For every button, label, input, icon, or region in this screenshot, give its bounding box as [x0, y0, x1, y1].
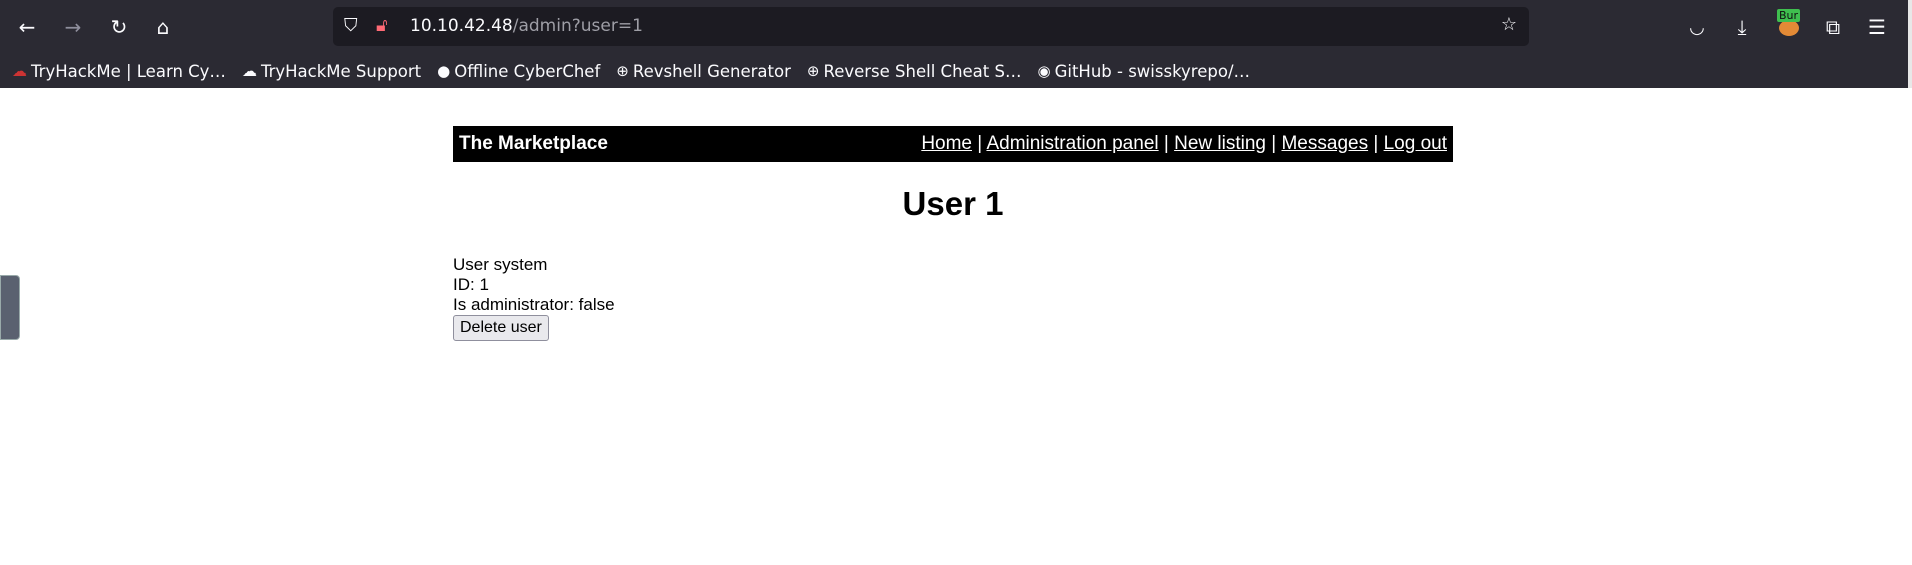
user-admin-status: Is administrator: false [453, 295, 615, 314]
tryhackme-icon: ☁ [12, 62, 27, 80]
burp-extension-icon[interactable] [1779, 20, 1799, 36]
forward-icon[interactable]: → [60, 14, 86, 40]
page-title: User 1 [902, 185, 1004, 222]
site-nav: Home | Administration panel | New listin… [921, 133, 1447, 154]
window-edge [1908, 0, 1912, 88]
shield-icon[interactable]: ⛉ [344, 15, 358, 36]
user-info: User system ID: 1 Is administrator: fals… [453, 255, 1453, 341]
url-host: 10.10.42.48 [410, 16, 513, 36]
address-bar[interactable]: ⛉ 🔓︎ 10.10.42.48/admin?user=1 ☆ [333, 7, 1529, 46]
nav-messages[interactable]: Messages [1281, 133, 1368, 154]
user-id: ID: 1 [453, 275, 489, 294]
page-content: The Marketplace Home | Administration pa… [453, 126, 1453, 341]
url-path: /admin?user=1 [512, 16, 643, 36]
reload-icon[interactable]: ↻ [106, 14, 132, 40]
nav-home[interactable]: Home [921, 133, 972, 154]
home-icon[interactable]: ⌂ [150, 14, 176, 40]
github-icon: ◉ [1037, 62, 1051, 80]
globe-icon: ⊕ [806, 62, 820, 80]
cloud-icon: ☁ [241, 62, 257, 80]
site-brand: The Marketplace [459, 133, 608, 154]
site-header: The Marketplace Home | Administration pa… [453, 126, 1453, 162]
nav-admin-panel[interactable]: Administration panel [986, 133, 1158, 154]
bookmark-github[interactable]: ◉ GitHub - swisskyrepo/… [1037, 62, 1250, 81]
sidebar-handle[interactable] [0, 275, 20, 340]
bookmark-star-icon[interactable]: ☆ [1501, 14, 1517, 35]
bookmark-tryhackme[interactable]: ☁ TryHackMe | Learn Cy… [12, 62, 226, 81]
insecure-lock-icon[interactable]: 🔓︎ [376, 15, 388, 36]
chef-hat-icon: ● [437, 62, 451, 80]
user-name: User system [453, 255, 548, 274]
burp-badge: Bur [1777, 9, 1801, 22]
pocket-icon[interactable]: ◡ [1684, 14, 1710, 40]
bookmarks-bar: ☁ TryHackMe | Learn Cy… ☁ TryHackMe Suppor… [0, 56, 1250, 86]
browser-chrome: ← → ↻ ⌂ ⛉ 🔓︎ 10.10.42.48/admin?user=1 ☆ … [0, 0, 1908, 88]
delete-user-button[interactable]: Delete user [453, 315, 549, 341]
bookmark-reverse-shell[interactable]: ⊕ Reverse Shell Cheat S… [807, 62, 1022, 81]
nav-new-listing[interactable]: New listing [1174, 133, 1266, 154]
nav-logout[interactable]: Log out [1384, 133, 1447, 154]
bookmark-cyberchef[interactable]: ● Offline CyberChef [437, 62, 600, 81]
bookmark-revshell[interactable]: ⊕ Revshell Generator [616, 62, 791, 81]
back-icon[interactable]: ← [14, 14, 40, 40]
bookmark-tryhackme-support[interactable]: ☁ TryHackMe Support [242, 62, 421, 81]
download-icon[interactable]: ⤓ [1729, 14, 1755, 40]
menu-icon[interactable]: ☰ [1864, 14, 1890, 40]
globe-icon: ⊕ [616, 62, 629, 80]
extensions-icon[interactable]: ⧉ [1820, 14, 1846, 40]
